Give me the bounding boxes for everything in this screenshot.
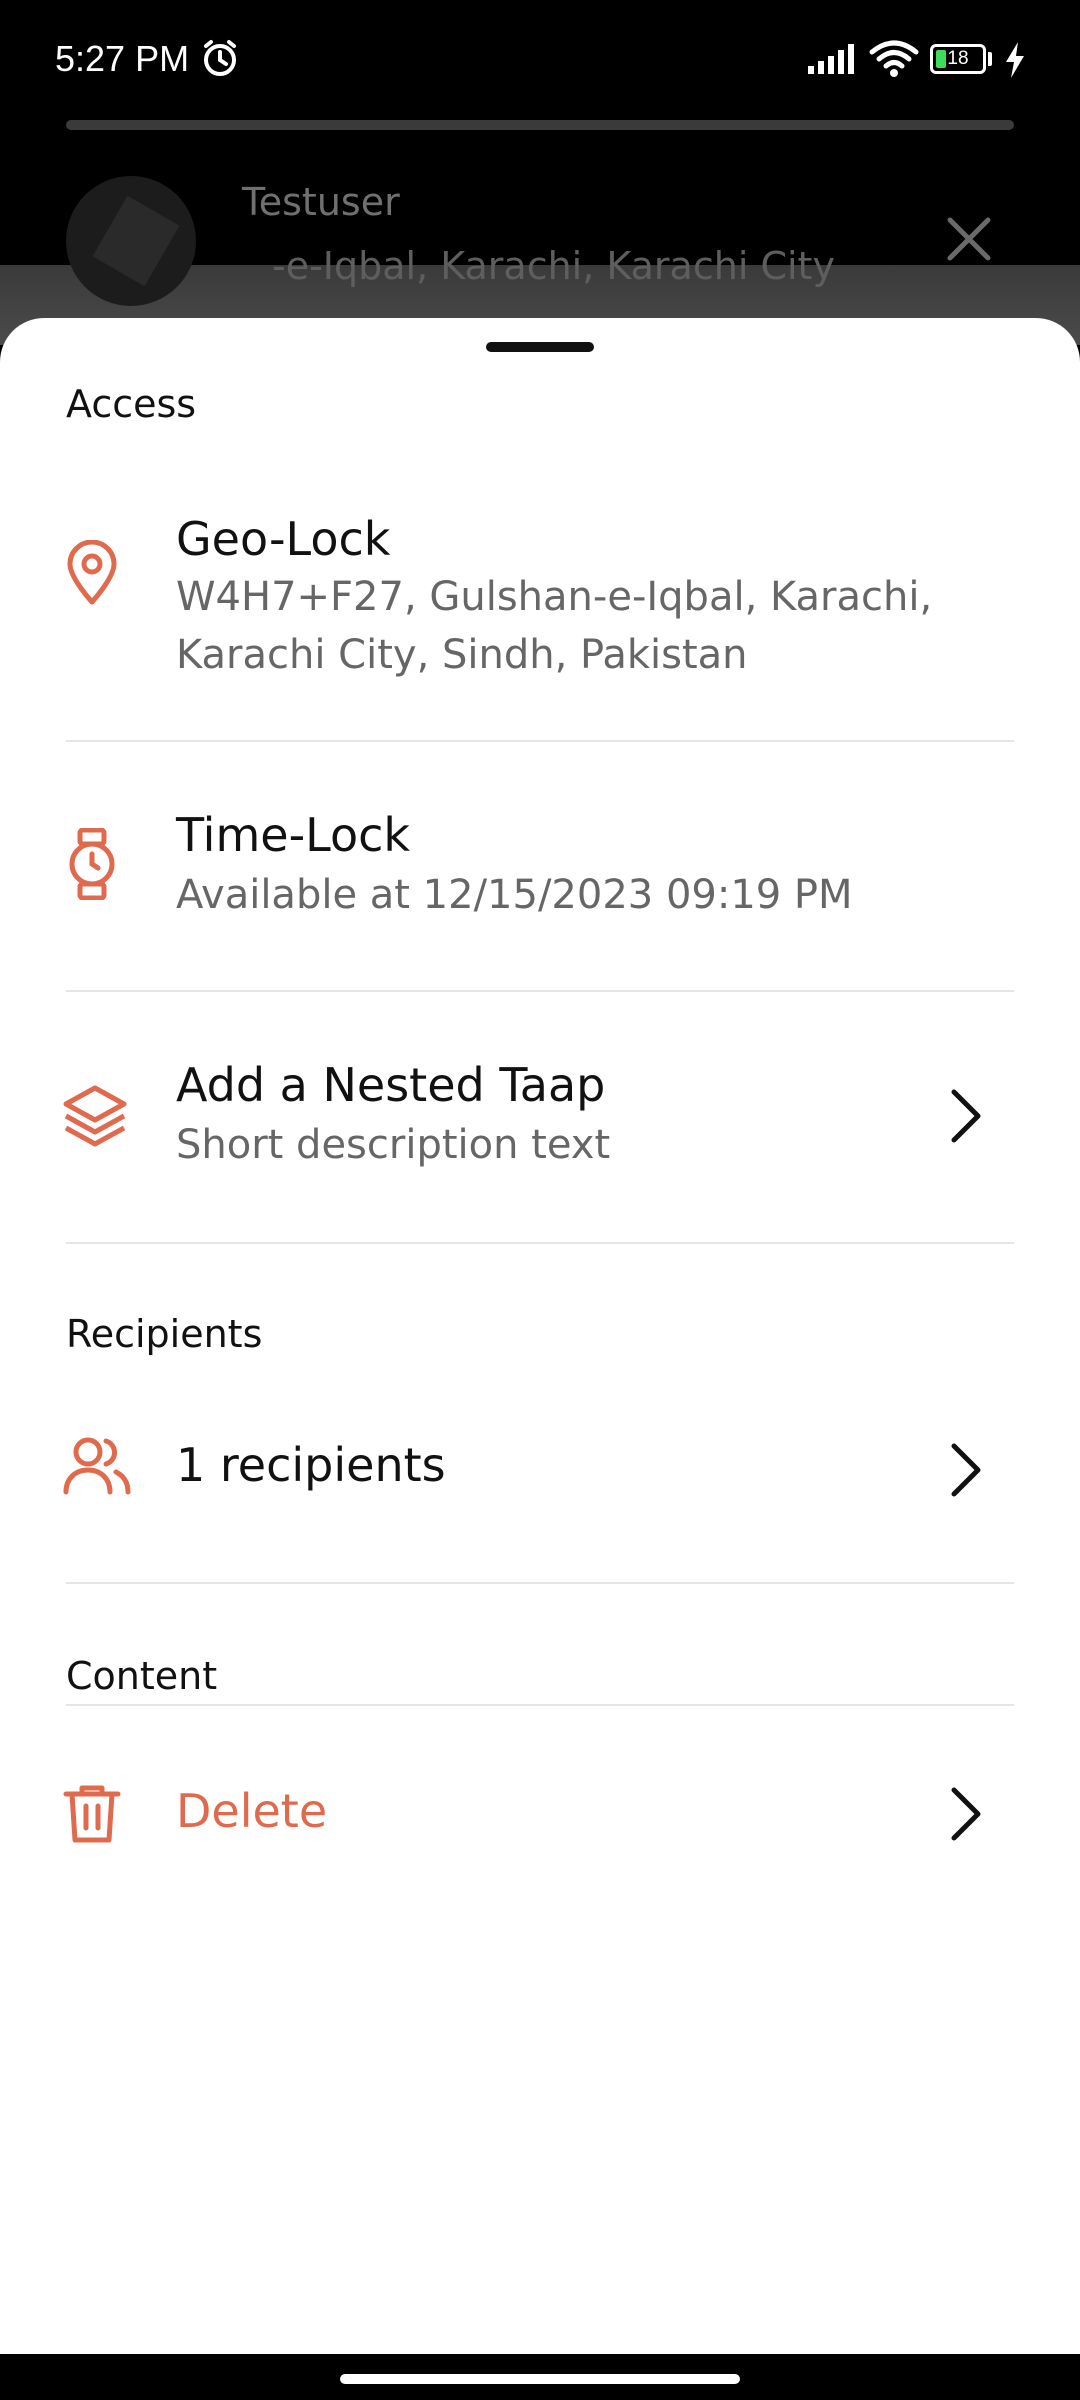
home-indicator[interactable]: [340, 2374, 740, 2384]
add-nested-taap-row[interactable]: Add a Nested Taap Short description text: [0, 1048, 1080, 1188]
background-player: Testuser -e-Iqbal, Karachi, Karachi City: [0, 120, 1080, 345]
avatar[interactable]: [66, 176, 196, 306]
nested-taap-subtitle: Short description text: [176, 1122, 611, 1168]
divider: [66, 740, 1014, 742]
watch-icon: [69, 828, 115, 900]
geo-lock-address-line2: Karachi City, Sindh, Pakistan: [176, 632, 748, 678]
status-time: 5:27 PM: [55, 38, 190, 79]
time-lock-row[interactable]: Time-Lock Available at 12/15/2023 09:19 …: [0, 798, 1080, 938]
time-lock-title: Time-Lock: [176, 808, 411, 862]
section-title-content: Content: [66, 1654, 218, 1698]
location-pin-icon: [67, 540, 117, 605]
wifi-icon: [869, 40, 919, 77]
section-title-recipients: Recipients: [66, 1312, 263, 1356]
recipients-row[interactable]: 1 recipients: [0, 1408, 1080, 1528]
time-lock-subtitle: Available at 12/15/2023 09:19 PM: [176, 872, 853, 918]
chevron-right-icon: [951, 1089, 981, 1143]
battery-tip: [988, 52, 992, 66]
divider: [66, 1242, 1014, 1244]
charging-icon: [1006, 42, 1024, 78]
sheet-drag-handle[interactable]: [486, 342, 594, 352]
delete-row[interactable]: Delete: [0, 1752, 1080, 1872]
options-sheet: Access Geo-Lock W4H7+F27, Gulshan-e-Iqba…: [0, 318, 1080, 2354]
trash-icon: [63, 1785, 121, 1843]
recipients-count: 1 recipients: [176, 1438, 446, 1492]
geo-lock-row[interactable]: Geo-Lock W4H7+F27, Gulshan-e-Iqbal, Kara…: [0, 488, 1080, 708]
layers-icon: [63, 1085, 127, 1147]
geo-lock-title: Geo-Lock: [176, 512, 391, 566]
progress-bar: [66, 120, 1014, 130]
system-nav-bar: [0, 2354, 1080, 2400]
battery-icon: 18: [930, 44, 986, 74]
nested-taap-title: Add a Nested Taap: [176, 1058, 606, 1112]
delete-label: Delete: [176, 1784, 328, 1838]
alarm-icon: [204, 40, 236, 76]
close-icon[interactable]: [946, 216, 992, 262]
divider: [66, 990, 1014, 992]
divider: [66, 1704, 1014, 1706]
chevron-right-icon: [951, 1443, 981, 1497]
user-location: -e-Iqbal, Karachi, Karachi City: [272, 244, 835, 288]
geo-lock-address-line1: W4H7+F27, Gulshan-e-Iqbal, Karachi,: [176, 574, 933, 620]
status-bar: 5:27 PM 18: [0, 0, 1080, 120]
battery-level: 18: [947, 48, 969, 69]
section-title-access: Access: [66, 382, 197, 426]
divider: [66, 1582, 1014, 1584]
user-name: Testuser: [242, 180, 400, 224]
chevron-right-icon: [951, 1787, 981, 1841]
signal-icon: [808, 44, 854, 74]
users-icon: [63, 1437, 131, 1495]
